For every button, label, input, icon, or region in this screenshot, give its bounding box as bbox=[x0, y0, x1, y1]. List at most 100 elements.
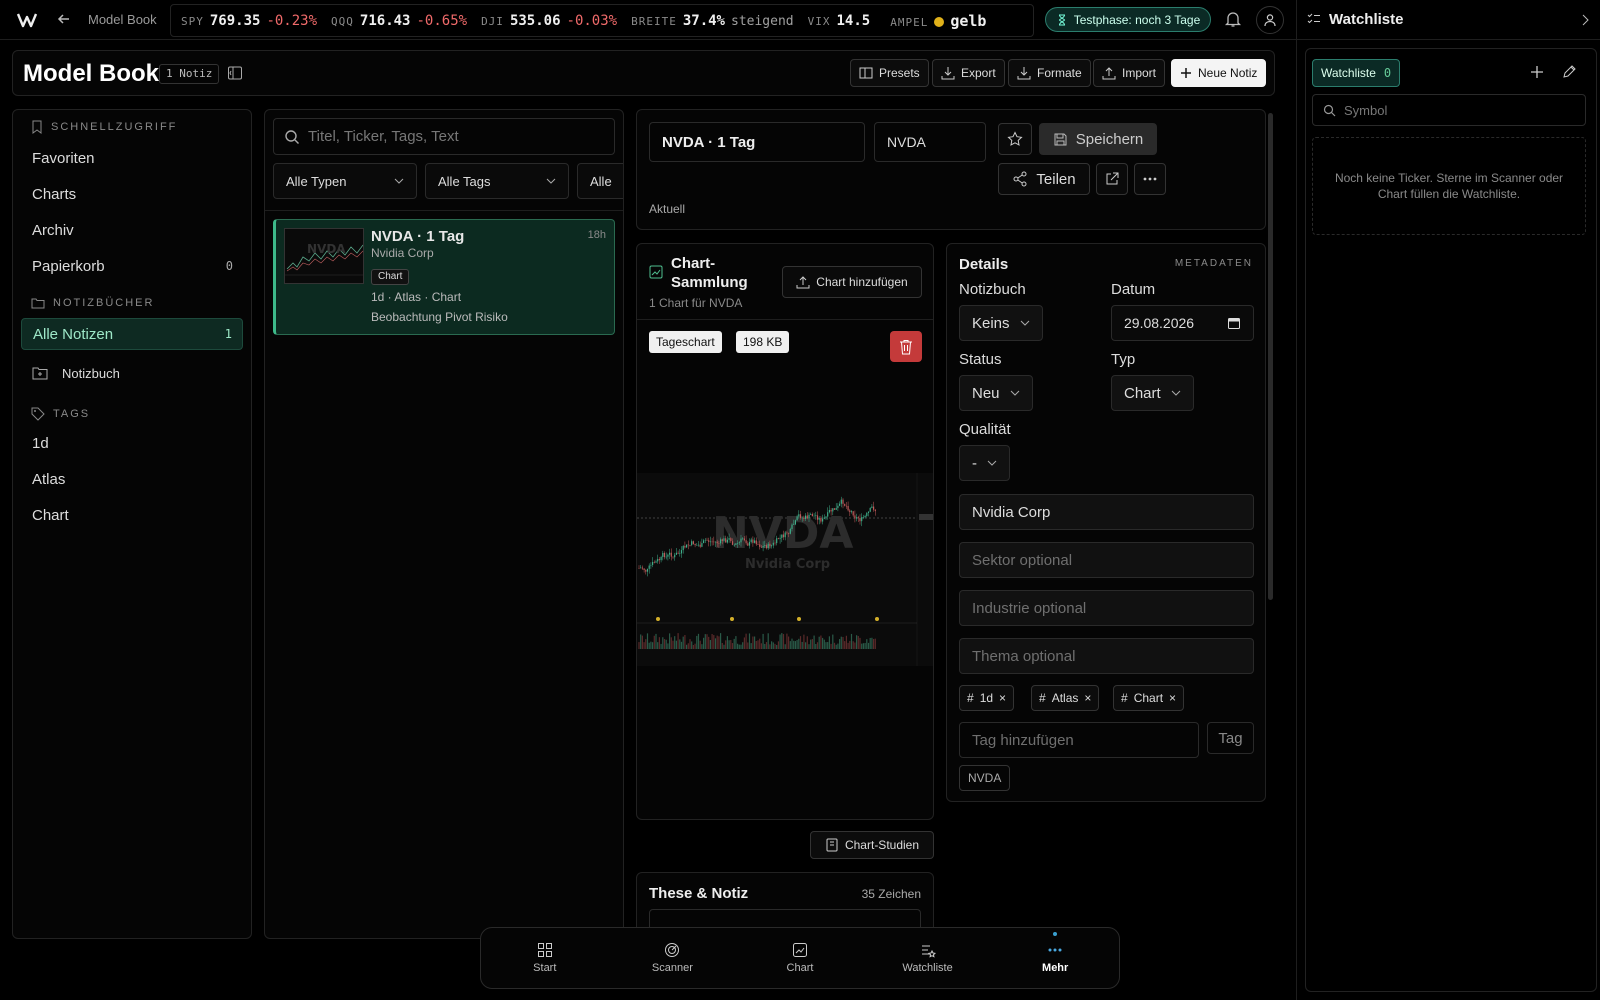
plus-icon[interactable] bbox=[1530, 65, 1544, 79]
date-input[interactable]: 29.08.2026 bbox=[1111, 305, 1254, 341]
chevron-down-icon bbox=[1020, 320, 1029, 326]
sector-field[interactable]: Sektor optional bbox=[959, 542, 1254, 578]
volume-bar bbox=[686, 644, 688, 649]
volume-bar bbox=[699, 640, 701, 649]
volume-bar bbox=[718, 636, 720, 649]
candle-body bbox=[806, 515, 808, 519]
ticker-qqq[interactable]: QQQ 716.43 -0.65% bbox=[331, 13, 467, 29]
arrow-left-icon[interactable] bbox=[56, 11, 72, 27]
nav-chart[interactable]: Chart bbox=[736, 928, 864, 988]
theme-field[interactable]: Thema optional bbox=[959, 638, 1254, 674]
candle-body bbox=[818, 518, 820, 520]
candle-body bbox=[845, 505, 847, 507]
sidebar-item-all-notes[interactable]: Alle Notizen 1 bbox=[21, 318, 243, 350]
volume-bar bbox=[794, 641, 796, 649]
tag-add-input[interactable]: Tag hinzufügen bbox=[959, 722, 1199, 758]
save-button[interactable]: Speichern bbox=[1039, 123, 1157, 155]
volume-bar bbox=[850, 633, 853, 649]
top-bar: Model Book SPY 769.35 -0.23% QQQ 716.43 … bbox=[0, 0, 1296, 40]
candle-body bbox=[754, 540, 756, 543]
chart-image[interactable]: NVDA Nvidia Corp bbox=[637, 473, 933, 666]
industry-field[interactable]: Industrie optional bbox=[959, 590, 1254, 626]
ticker-chip[interactable]: NVDA bbox=[959, 765, 1011, 791]
sidebar-item-tag-1d[interactable]: 1d bbox=[21, 427, 243, 459]
nav-start[interactable]: Start bbox=[481, 928, 609, 988]
note-title-field[interactable]: NVDA · 1 Tag bbox=[649, 122, 865, 162]
candle-body bbox=[842, 499, 844, 504]
user-icon[interactable] bbox=[1256, 6, 1284, 34]
sidebar-item-tag-chart[interactable]: Chart bbox=[21, 499, 243, 531]
chevron-right-icon[interactable] bbox=[1581, 14, 1589, 26]
tag-filter-select[interactable]: Alle Tags bbox=[425, 163, 569, 199]
nav-scanner[interactable]: Scanner bbox=[609, 928, 737, 988]
ticker-dji[interactable]: DJI 535.06 -0.03% bbox=[481, 13, 617, 29]
trial-badge[interactable]: Testphase: noch 3 Tage bbox=[1045, 7, 1211, 32]
candle-body bbox=[762, 545, 764, 548]
ticker-field[interactable]: NVDA bbox=[874, 122, 986, 162]
presets-button[interactable]: Presets bbox=[850, 59, 929, 87]
candle-body bbox=[747, 543, 749, 546]
pencil-icon[interactable] bbox=[1562, 64, 1577, 79]
type-filter-select[interactable]: Alle Typen bbox=[273, 163, 417, 199]
watchlist-search[interactable]: Symbol bbox=[1312, 94, 1586, 126]
more-options-button[interactable] bbox=[1134, 163, 1166, 195]
chart-studies-button[interactable]: Chart-Studien bbox=[810, 831, 934, 859]
tag-chip[interactable]: # Atlas × bbox=[1031, 685, 1100, 711]
share-label: Teilen bbox=[1036, 170, 1076, 188]
add-chart-button[interactable]: Chart hinzufügen bbox=[782, 266, 922, 298]
nav-more[interactable]: Mehr bbox=[991, 928, 1119, 988]
status-select[interactable]: Neu bbox=[959, 375, 1033, 411]
export-button[interactable]: Export bbox=[932, 59, 1005, 87]
sidebar-item-favorites[interactable]: Favoriten bbox=[21, 142, 243, 174]
candle-body bbox=[873, 506, 875, 510]
company-field[interactable]: Nvidia Corp bbox=[959, 494, 1254, 530]
import-button[interactable]: Import bbox=[1093, 59, 1166, 87]
scrollbar-thumb[interactable] bbox=[1268, 113, 1273, 600]
candle-body bbox=[657, 559, 659, 562]
close-icon[interactable]: × bbox=[999, 691, 1006, 705]
close-icon[interactable]: × bbox=[1169, 691, 1176, 705]
sidebar-item-charts[interactable]: Charts bbox=[21, 178, 243, 210]
sidebar-toggle-icon[interactable] bbox=[227, 65, 243, 81]
close-icon[interactable]: × bbox=[1084, 691, 1091, 705]
candle-body bbox=[679, 553, 681, 554]
open-external-button[interactable] bbox=[1096, 163, 1128, 195]
logo-icon[interactable] bbox=[16, 10, 40, 30]
type-select[interactable]: Chart bbox=[1111, 375, 1194, 411]
sidebar-item-trash[interactable]: Papierkorb 0 bbox=[21, 250, 243, 282]
quality-select[interactable]: - bbox=[959, 445, 1010, 481]
note-search[interactable] bbox=[273, 118, 615, 155]
metadata-label: METADATEN bbox=[1174, 258, 1253, 269]
new-note-button[interactable]: Neue Notiz bbox=[1171, 59, 1267, 87]
candle-body bbox=[871, 506, 873, 508]
add-tag-button[interactable]: Tag bbox=[1207, 722, 1254, 754]
watchlist-tab[interactable]: Watchliste 0 bbox=[1312, 59, 1401, 87]
candle-body bbox=[723, 538, 725, 541]
tag-chip[interactable]: # 1d × bbox=[959, 685, 1015, 711]
bell-icon[interactable] bbox=[1224, 10, 1242, 28]
share-button[interactable]: Teilen bbox=[998, 163, 1090, 195]
candle-body bbox=[743, 538, 745, 541]
vix-indicator: VIX 14.5 bbox=[808, 13, 877, 29]
nav-watchlist[interactable]: Watchliste bbox=[864, 928, 992, 988]
ticker-spy[interactable]: SPY 769.35 -0.23% bbox=[181, 13, 317, 29]
ticker-symbol: QQQ bbox=[331, 14, 354, 28]
formats-button[interactable]: Formate bbox=[1008, 59, 1091, 87]
candle-body bbox=[760, 546, 762, 548]
sidebar-item-tag-atlas[interactable]: Atlas bbox=[21, 463, 243, 495]
thesis-char-count: 35 Zeichen bbox=[861, 887, 921, 901]
radar-icon bbox=[665, 943, 680, 957]
sidebar-item-archive[interactable]: Archiv bbox=[21, 214, 243, 246]
ticker-value: 716.43 bbox=[359, 12, 411, 29]
note-list-item[interactable]: NVDA NVDA · 1 Tag Nvidia Corp 18h Chart … bbox=[273, 219, 615, 335]
volume-bar bbox=[755, 640, 757, 649]
search-input[interactable] bbox=[308, 128, 598, 145]
volume-bar bbox=[663, 639, 666, 649]
sidebar-item-notebook[interactable]: Notizbuch bbox=[21, 357, 243, 389]
tag-chip[interactable]: # Chart × bbox=[1113, 685, 1185, 711]
delete-chart-button[interactable] bbox=[890, 331, 922, 362]
notebook-select[interactable]: Keins bbox=[959, 305, 1043, 341]
sidebar-item-label: 1d bbox=[32, 434, 49, 452]
third-filter-select[interactable]: Alle bbox=[577, 163, 623, 199]
favorite-button[interactable] bbox=[998, 123, 1032, 155]
